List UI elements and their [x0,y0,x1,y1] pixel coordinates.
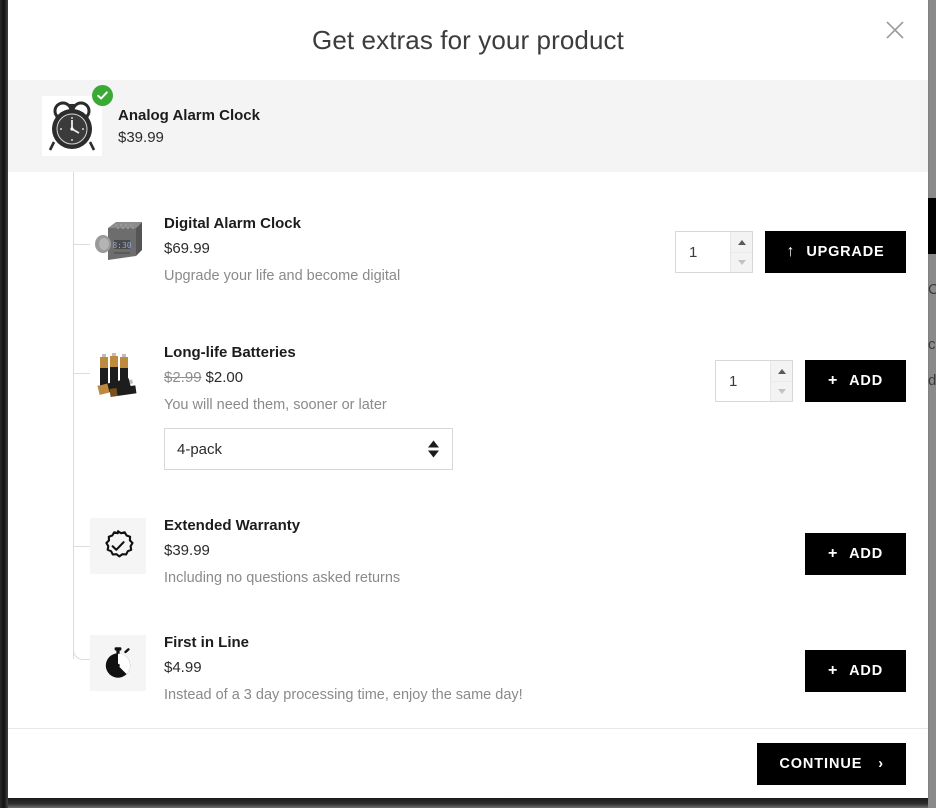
quantity-increment-button[interactable] [731,232,752,252]
tree-branch-1 [73,373,91,374]
selected-product-thumbnail-wrap [42,96,102,156]
quantity-stepper-long-life-batteries[interactable] [715,360,793,402]
offer-text-extended-warranty: Extended Warranty $39.99 Including no qu… [164,516,400,588]
offer-current-price: $2.00 [206,369,244,386]
quantity-increment-button[interactable] [771,361,792,381]
quantity-stepper-digital-alarm-clock[interactable] [675,231,753,273]
background-text-0: C [928,281,936,298]
continue-label: CONTINUE [779,756,862,772]
digital-alarm-clock-image: 8:30 [90,216,146,272]
button-label: ADD [849,663,883,679]
button-label: ADD [849,373,883,389]
offer-description: You will need them, sooner or later [164,395,387,415]
offer-current-price: $4.99 [164,659,202,676]
offer-name: Long-life Batteries [164,343,387,363]
offer-price: $69.99 [164,237,400,261]
quantity-arrows [730,232,752,272]
offer-description: Including no questions asked returns [164,568,400,588]
plus-icon: + [828,663,838,679]
chevron-right-icon: › [878,756,884,772]
offer-current-price: $39.99 [164,542,210,559]
modal-header: Get extras for your product [8,0,928,80]
add-button-first-in-line[interactable]: + ADD [805,650,906,692]
quantity-decrement-button[interactable] [771,381,792,401]
offer-text-first-in-line: First in Line $4.99 Instead of a 3 day p… [164,633,523,705]
quantity-input[interactable] [716,361,770,401]
add-button-long-life-batteries[interactable]: + ADD [805,360,906,402]
add-button-extended-warranty[interactable]: + ADD [805,533,906,575]
batteries-image [90,345,146,401]
offer-price: $4.99 [164,656,523,680]
quantity-input[interactable] [676,232,730,272]
stopwatch-icon [90,635,146,691]
warranty-badge-icon [90,518,146,574]
svg-text:8:30: 8:30 [112,241,131,250]
offer-price: $39.99 [164,539,400,563]
offer-name: Digital Alarm Clock [164,214,400,234]
modal-footer: CONTINUE › [8,728,928,798]
offer-name: Extended Warranty [164,516,400,536]
quantity-arrows [770,361,792,401]
analog-alarm-clock-image [42,96,102,156]
variant-select-wrap-long-life-batteries: 4-pack 8-pack 12-pack [164,428,453,470]
selected-product-info: Analog Alarm Clock $39.99 [118,107,260,146]
modal-bottom-shadow [8,798,928,808]
upgrade-button-digital-alarm-clock[interactable]: ↑ UPGRADE [765,231,906,273]
selected-product-name: Analog Alarm Clock [118,107,260,124]
close-icon [885,20,905,40]
offer-old-price: $2.99 [164,369,202,386]
offer-description: Upgrade your life and become digital [164,266,400,286]
plus-icon: + [828,546,838,562]
page-title: Get extras for your product [312,25,624,56]
background-text-1: cl [928,336,936,353]
offer-name: First in Line [164,633,523,653]
button-label: UPGRADE [806,244,884,260]
extras-modal: Get extras for your product [8,0,928,798]
tree-trunk-curve [73,634,91,660]
offer-current-price: $69.99 [164,240,210,257]
close-button[interactable] [878,13,912,47]
tree-branch-2 [73,546,91,547]
offer-price: $2.99$2.00 [164,366,387,390]
check-circle-icon [92,85,113,106]
continue-button[interactable]: CONTINUE › [757,743,906,785]
selected-product-row: Analog Alarm Clock $39.99 [8,80,928,172]
offer-text-long-life-batteries: Long-life Batteries $2.99$2.00 You will … [164,343,387,415]
variant-select[interactable]: 4-pack 8-pack 12-pack [164,428,453,470]
tree-trunk-line [73,172,74,659]
offer-description: Instead of a 3 day processing time, enjo… [164,685,523,705]
offer-text-digital-alarm-clock: Digital Alarm Clock $69.99 Upgrade your … [164,214,400,286]
plus-icon: + [828,373,838,389]
selected-product-price: $39.99 [118,129,260,146]
background-text-2: d [928,372,936,389]
tree-branch-0 [73,244,91,245]
arrow-up-icon: ↑ [787,244,796,260]
quantity-decrement-button[interactable] [731,252,752,272]
button-label: ADD [849,546,883,562]
offers-list: 8:30 Digital Alarm Clock $69.99 Upgrade … [8,172,928,728]
